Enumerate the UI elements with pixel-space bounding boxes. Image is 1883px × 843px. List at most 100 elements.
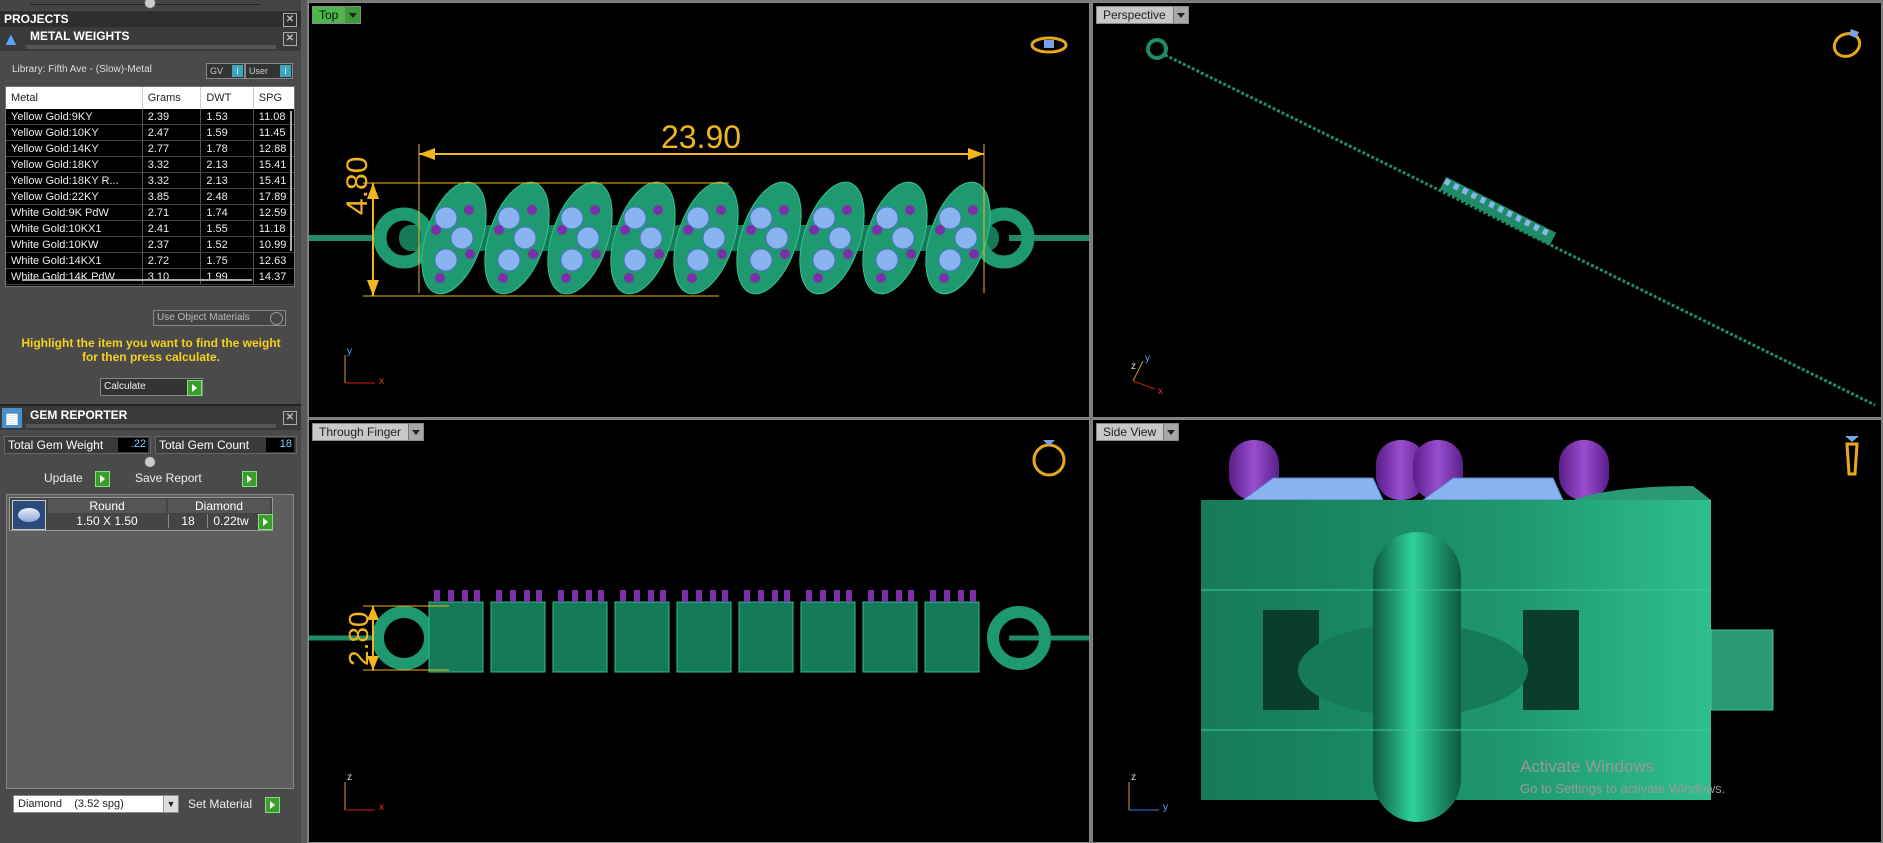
prong-bead: [557, 225, 567, 235]
table-cell: Yellow Gold:22KY: [6, 188, 143, 205]
side-prong: [434, 590, 440, 602]
table-row[interactable]: White Gold:9K PdW 2.71 1.74 12.59: [6, 204, 294, 221]
prong-bead: [876, 273, 886, 283]
use-object-materials-checkbox[interactable]: Use Object Materials: [153, 310, 286, 326]
table-cell: 2.41: [142, 220, 202, 237]
side-prong: [660, 590, 666, 602]
table-row[interactable]: White Gold:14KX1 2.72 1.75 12.63: [6, 252, 294, 269]
material-select[interactable]: Diamond (3.52 spg) ▼: [13, 795, 179, 813]
prong-bead: [716, 205, 726, 215]
table-cell: 3.85: [142, 188, 202, 205]
table-cell: Yellow Gold:18KY R...: [6, 172, 143, 189]
side-prong: [524, 590, 530, 602]
viewport-through-finger[interactable]: Through Finger 2.80 z x: [308, 419, 1090, 843]
total-gem-count-label: Total Gem Count: [159, 438, 250, 452]
side-prong: [970, 590, 976, 602]
table-row[interactable]: White Gold:14K PdW 3.10 1.99 14.37: [6, 268, 294, 285]
top-splitter[interactable]: [0, 0, 301, 10]
table-header-row: Metal Grams DWT SPG: [6, 87, 294, 109]
side-prong: [820, 590, 826, 602]
table-row[interactable]: Yellow Gold:9KY 2.39 1.53 11.08: [6, 109, 294, 125]
checkbox-icon: [270, 312, 283, 325]
user-toggle[interactable]: User i: [245, 63, 293, 79]
gv-info-icon: i: [232, 65, 243, 77]
column-header[interactable]: DWT: [200, 87, 254, 109]
set-material-button[interactable]: Set Material: [186, 796, 280, 813]
save-report-label: Save Report: [135, 471, 202, 485]
bracelet-perspective-model[interactable]: [1093, 3, 1881, 417]
metal-weights-close-icon[interactable]: ✕: [283, 32, 297, 46]
gem-size-cell: 1.50 X 1.50: [76, 514, 138, 528]
projects-header[interactable]: PROJECTS ✕: [0, 11, 301, 27]
update-arrow-icon: [95, 471, 110, 487]
side-prong: [868, 590, 874, 602]
prong-bead: [683, 225, 693, 235]
side-prong: [744, 590, 750, 602]
viewport-top[interactable]: Top 23.90 4.80 y x: [308, 2, 1090, 418]
viewport-menu-icon[interactable]: [1163, 424, 1179, 440]
viewport-side-label[interactable]: Side View: [1096, 423, 1180, 441]
table-row[interactable]: Yellow Gold:22KY 3.85 2.48 17.89: [6, 188, 294, 205]
total-gem-count: Total Gem Count 18: [155, 436, 297, 454]
table-cell: White Gold:10KX1: [6, 220, 143, 237]
prong-bead: [591, 249, 601, 259]
prong-bead: [809, 225, 819, 235]
prong-bead: [906, 249, 916, 259]
table-cell: 1.59: [200, 124, 254, 141]
gv-toggle[interactable]: GV i: [206, 63, 245, 79]
gem-stone: [576, 226, 600, 250]
projects-close-icon[interactable]: ✕: [283, 13, 297, 27]
gem-row[interactable]: Round Diamond 1.50 X 1.50 18 0.22tw: [9, 497, 273, 531]
side-prong: [908, 590, 914, 602]
dimension-height-label: 2.80: [343, 611, 374, 667]
gem-stone: [828, 226, 852, 250]
side-link: [552, 601, 608, 673]
viewport-perspective[interactable]: Perspective y z x: [1092, 2, 1882, 418]
side-prong: [474, 590, 480, 602]
gem-reporter-close-icon[interactable]: ✕: [283, 411, 297, 425]
prong-bead: [717, 249, 727, 259]
calculate-button[interactable]: Calculate: [100, 378, 203, 396]
side-prong: [598, 590, 604, 602]
bracelet-closeup-model[interactable]: [1093, 420, 1881, 842]
axis-line: [1132, 380, 1156, 390]
axis-label-x: x: [1158, 386, 1163, 397]
prong-bead: [654, 249, 664, 259]
column-header[interactable]: Grams: [142, 87, 202, 109]
table-cell: 2.48: [200, 188, 254, 205]
gem-stone: [560, 248, 584, 272]
prong-bead: [969, 249, 979, 259]
save-report-button[interactable]: Save Report: [133, 470, 257, 487]
gv-label: GV: [210, 66, 224, 76]
table-row[interactable]: White Gold:10KX1 2.41 1.55 11.18: [6, 220, 294, 237]
gem-reporter-header: ▦ GEM REPORTER ✕: [0, 406, 301, 430]
table-cell: 2.39: [142, 109, 202, 125]
set-material-label: Set Material: [188, 797, 253, 811]
table-row[interactable]: Yellow Gold:18KY R... 3.32 2.13 15.41: [6, 172, 294, 189]
gem-shape: [18, 508, 40, 522]
library-label: Library: Fifth Ave - (Slow)-Metal: [12, 64, 152, 75]
viewport-side[interactable]: Side View z y Activate Windows Go to Set…: [1092, 419, 1882, 843]
table-vscrollbar[interactable]: [290, 111, 292, 251]
table-row[interactable]: White Gold:10KW 2.37 1.52 10.99: [6, 236, 294, 253]
prong-bead: [935, 225, 945, 235]
column-header[interactable]: Metal: [6, 87, 143, 109]
metal-weights-table: Metal Grams DWT SPG Yellow Gold:9KY 2.39 1…: [6, 87, 294, 285]
table-cell: 2.37: [142, 236, 202, 253]
bracelet-side-model[interactable]: [309, 420, 1089, 842]
total-gem-count-value: 18: [266, 438, 294, 452]
table-row[interactable]: Yellow Gold:10KY 2.47 1.59 11.45: [6, 124, 294, 141]
table-row[interactable]: Yellow Gold:14KY 2.77 1.78 12.88: [6, 140, 294, 157]
table-row[interactable]: Yellow Gold:18KY 3.32 2.13 15.41: [6, 156, 294, 173]
ring-side-icon[interactable]: [1837, 428, 1867, 482]
table-hscrollbar[interactable]: [22, 279, 252, 281]
bracelet-top-model[interactable]: [309, 3, 1089, 417]
user-info-icon: i: [280, 65, 291, 77]
gem-row-arrow-icon[interactable]: [258, 514, 273, 530]
update-button[interactable]: Update: [42, 470, 110, 487]
chevron-down-icon: ▼: [163, 796, 178, 812]
splitter-knob[interactable]: [144, 0, 156, 9]
column-header[interactable]: SPG: [253, 87, 294, 109]
gem-splitter-knob[interactable]: [144, 456, 156, 468]
prong: [1559, 440, 1609, 500]
